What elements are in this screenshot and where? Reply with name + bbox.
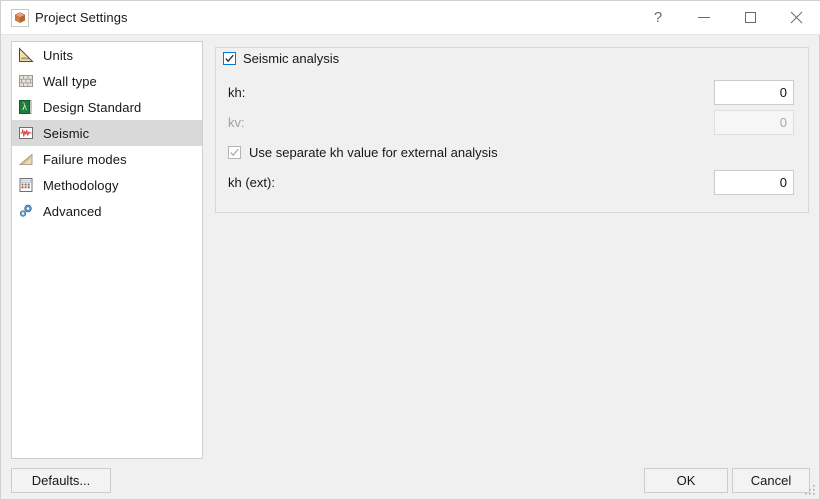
close-icon	[790, 11, 802, 24]
calculator-icon	[19, 178, 33, 192]
svg-text:λ: λ	[22, 102, 27, 113]
sidebar-item-design-standard[interactable]: λ Design Standard	[12, 94, 202, 120]
maximize-button[interactable]	[727, 1, 773, 34]
seismic-analysis-label: Seismic analysis	[243, 50, 340, 66]
use-separate-kh-checkbox	[228, 146, 241, 159]
slope-icon	[18, 153, 33, 165]
minimize-icon	[698, 17, 710, 18]
window-title: Project Settings	[35, 10, 128, 25]
checkmark-icon	[230, 148, 239, 157]
ok-button[interactable]: OK	[644, 468, 728, 493]
sidebar-item-label: Failure modes	[43, 151, 127, 167]
title-bar: Project Settings ?	[1, 1, 820, 35]
gears-icon	[19, 204, 32, 217]
seismic-analysis-legend[interactable]: Seismic analysis	[219, 49, 346, 67]
kh-label: kh:	[228, 85, 246, 100]
sidebar-item-failure-modes[interactable]: Failure modes	[12, 146, 202, 172]
defaults-button-label: Defaults...	[31, 473, 91, 488]
sidebar-item-advanced[interactable]: Advanced	[12, 198, 202, 224]
checkmark-icon	[225, 54, 234, 62]
resize-grip[interactable]	[804, 484, 816, 496]
kh-ext-label: kh (ext):	[228, 175, 275, 190]
use-separate-kh-label: Use separate kh value for external analy…	[249, 145, 498, 160]
kv-label: kv:	[228, 115, 245, 130]
cancel-button-label: Cancel	[750, 473, 792, 488]
kv-input	[714, 110, 794, 135]
seismograph-icon	[19, 127, 33, 139]
sidebar-item-methodology[interactable]: Methodology	[12, 172, 202, 198]
seismic-analysis-checkbox[interactable]	[223, 51, 236, 65]
close-button[interactable]	[773, 1, 819, 34]
sidebar-item-label: Units	[43, 47, 74, 63]
kh-input[interactable]	[714, 80, 794, 105]
project-settings-dialog: Project Settings ? Units Wall type λ Des…	[0, 0, 820, 500]
sidebar-item-label: Advanced	[43, 203, 102, 219]
triangle-ruler-icon	[19, 47, 34, 62]
brick-wall-icon	[19, 75, 33, 87]
sidebar-item-seismic[interactable]: Seismic	[12, 120, 202, 146]
sidebar-item-label: Wall type	[43, 73, 97, 89]
minimize-button[interactable]	[681, 1, 727, 34]
help-button[interactable]: ?	[635, 1, 681, 34]
app-cube-icon	[11, 9, 29, 27]
sidebar-item-label: Seismic	[43, 125, 90, 141]
cancel-button[interactable]: Cancel	[732, 468, 810, 493]
kh-ext-input[interactable]	[714, 170, 794, 195]
defaults-button[interactable]: Defaults...	[11, 468, 111, 493]
use-separate-kh-row: Use separate kh value for external analy…	[228, 145, 498, 160]
sidebar-item-label: Design Standard	[43, 99, 142, 115]
sidebar-item-units[interactable]: Units	[12, 42, 202, 68]
maximize-icon	[744, 12, 756, 23]
sidebar-item-wall-type[interactable]: Wall type	[12, 68, 202, 94]
sidebar-item-label: Methodology	[43, 177, 119, 193]
document-standard-icon: λ	[19, 100, 32, 114]
ok-button-label: OK	[676, 473, 696, 488]
settings-category-list[interactable]: Units Wall type λ Design Standard Seismi…	[11, 41, 203, 459]
help-icon: ?	[653, 9, 663, 26]
